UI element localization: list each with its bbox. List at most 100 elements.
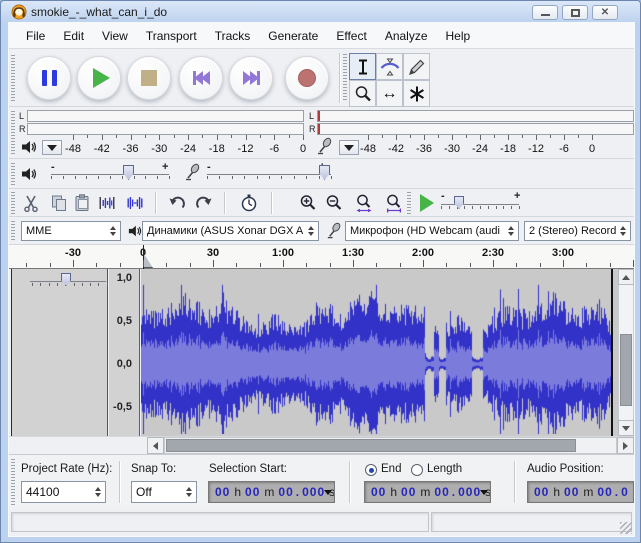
- zoom-to-selection-button[interactable]: [352, 191, 376, 215]
- microphone-icon: [325, 222, 342, 244]
- speed-max-label: +: [514, 191, 520, 202]
- multi-tool-button[interactable]: [403, 80, 430, 107]
- meter-toolbar: L R -48-42-36-30-24-18-12-60 L R -48-42-…: [9, 107, 634, 159]
- fit-project-button[interactable]: [382, 191, 406, 215]
- output-device-select[interactable]: Динамики (ASUS Xonar DGX A: [142, 221, 319, 241]
- selection-end-field[interactable]: 00h00m00.000s: [364, 481, 491, 503]
- tick-mark: [306, 176, 307, 179]
- vertical-scrollbar[interactable]: [618, 269, 634, 436]
- tick-mark: [283, 260, 284, 267]
- horizontal-scroll-track[interactable]: [164, 437, 617, 454]
- audio-host-select[interactable]: MME: [21, 221, 121, 241]
- zoom-tool-button[interactable]: [349, 80, 376, 107]
- horizontal-scroll-thumb[interactable]: [166, 439, 576, 452]
- zoom-out-button[interactable]: [322, 191, 346, 215]
- end-radio-label[interactable]: End: [381, 463, 401, 475]
- tick-mark: [503, 206, 504, 209]
- track-control-panel[interactable]: [12, 269, 108, 436]
- meter-scale-number: 0: [589, 143, 595, 155]
- speed-min-label: -: [441, 191, 445, 202]
- cut-button[interactable]: [19, 191, 43, 215]
- time-segment: m: [583, 485, 593, 499]
- recording-meter-bar-right[interactable]: [317, 123, 634, 135]
- stop-button[interactable]: [127, 56, 171, 100]
- menu-item[interactable]: Effect: [327, 26, 375, 46]
- envelope-tool-button[interactable]: [376, 53, 403, 80]
- close-button[interactable]: ✕: [592, 5, 618, 20]
- undo-button[interactable]: [165, 191, 189, 215]
- input-volume-ticks: [9, 176, 429, 181]
- vertical-ruler[interactable]: 1,00,50,0-0,5: [109, 269, 140, 436]
- copy-button[interactable]: [47, 191, 71, 215]
- vertical-scroll-thumb[interactable]: [620, 334, 632, 406]
- menu-item[interactable]: Tracks: [206, 26, 260, 46]
- silence-audio-button[interactable]: [123, 191, 147, 215]
- toolbar-gripper[interactable]: [11, 55, 15, 101]
- waveform-canvas[interactable]: [141, 271, 611, 434]
- snap-to-select[interactable]: Off: [131, 481, 197, 503]
- scroll-right-button[interactable]: [617, 437, 634, 454]
- tick-mark: [464, 206, 465, 209]
- redo-button[interactable]: [192, 191, 216, 215]
- time-segment: 00: [401, 485, 416, 499]
- edit-toolbar: - +: [9, 189, 634, 217]
- maximize-button[interactable]: [562, 5, 588, 20]
- waveform-track[interactable]: [141, 269, 611, 436]
- title-bar[interactable]: smokie_-_what_can_i_do ✕: [1, 1, 641, 23]
- project-rate-select[interactable]: 44100: [21, 481, 106, 503]
- sync-lock-button[interactable]: [237, 191, 261, 215]
- playback-meter-bar-right[interactable]: [27, 123, 304, 135]
- skip-to-end-button[interactable]: [229, 56, 273, 100]
- menu-item[interactable]: Help: [437, 26, 480, 46]
- toolbar-gripper[interactable]: [11, 459, 15, 505]
- scroll-down-button[interactable]: [618, 420, 634, 436]
- speed-groove: [441, 204, 519, 205]
- timeline-label: 30: [207, 247, 219, 259]
- resize-grip[interactable]: [620, 522, 632, 534]
- input-channels-select[interactable]: 2 (Stereo) Record: [524, 221, 631, 241]
- menu-item[interactable]: Transport: [137, 26, 206, 46]
- selection-tool-button[interactable]: [349, 53, 376, 80]
- zoom-in-button[interactable]: [296, 191, 320, 215]
- horizontal-scrollbar[interactable]: [9, 436, 634, 454]
- pause-button[interactable]: [27, 56, 71, 100]
- recording-meter-bar-left[interactable]: [317, 110, 634, 122]
- time-shift-tool-button[interactable]: ↔: [376, 80, 403, 107]
- trim-audio-button[interactable]: [95, 191, 119, 215]
- menu-item[interactable]: Analyze: [376, 26, 437, 46]
- toolbar-gripper[interactable]: [11, 163, 15, 185]
- play-at-speed-button[interactable]: [415, 191, 439, 215]
- timeline-ruler[interactable]: -300301:001:302:002:303:00: [9, 245, 634, 269]
- selection-start-field[interactable]: 00h00m00.000s: [208, 481, 335, 503]
- tick-mark: [294, 176, 295, 179]
- toolbar-gripper[interactable]: [11, 221, 15, 241]
- menu-item[interactable]: File: [17, 26, 54, 46]
- output-volume-groove: [51, 174, 169, 175]
- length-radio-label[interactable]: Length: [427, 463, 462, 475]
- tick-mark: [563, 260, 564, 267]
- skip-to-start-button[interactable]: [179, 56, 223, 100]
- tick-mark: [306, 263, 307, 267]
- record-button[interactable]: [285, 56, 329, 100]
- scroll-up-button[interactable]: [618, 269, 634, 285]
- audio-position-field[interactable]: 00h00m00.0: [527, 481, 634, 503]
- tick-mark: [260, 263, 261, 267]
- input-device-select[interactable]: Микрофон (HD Webcam (audi: [345, 221, 519, 241]
- play-button[interactable]: [77, 56, 121, 100]
- scroll-left-button[interactable]: [147, 437, 164, 454]
- spinner-icon: [107, 222, 118, 240]
- time-segment: 0: [621, 485, 629, 499]
- menu-item[interactable]: Edit: [54, 26, 93, 46]
- toolbar-separator: [339, 53, 340, 103]
- menu-item[interactable]: Generate: [259, 26, 327, 46]
- tick-mark: [496, 206, 497, 209]
- draw-tool-button[interactable]: [403, 53, 430, 80]
- minimize-button[interactable]: [532, 5, 558, 20]
- length-radio[interactable]: [411, 464, 423, 476]
- paste-button[interactable]: [70, 191, 94, 215]
- toolbar-gripper[interactable]: [343, 54, 347, 102]
- tick-mark: [213, 260, 214, 267]
- menu-item[interactable]: View: [93, 26, 137, 46]
- playback-meter-bar-left[interactable]: [27, 110, 304, 122]
- end-radio[interactable]: [365, 464, 377, 476]
